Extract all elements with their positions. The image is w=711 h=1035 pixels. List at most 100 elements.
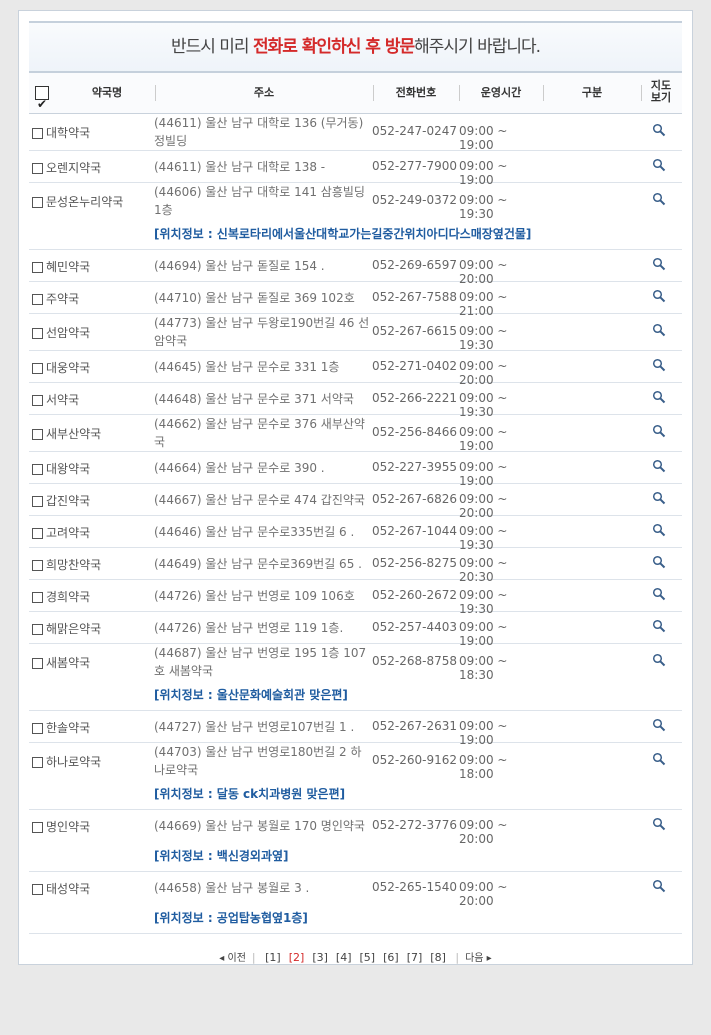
pharmacy-name[interactable]: 태성약국 — [46, 882, 90, 896]
map-view-icon[interactable] — [652, 123, 668, 140]
row-checkbox[interactable] — [32, 722, 43, 734]
row-checkbox[interactable] — [32, 821, 43, 833]
pharmacy-name[interactable]: 문성온누리약국 — [46, 195, 123, 209]
phone-cell: 052-267-6826 — [372, 491, 458, 506]
map-view-icon[interactable] — [652, 323, 668, 340]
table-row: 태성약국 (44658) 울산 남구 봉월로 3 . 052-265-1540 09:… — [29, 872, 682, 934]
map-view-icon[interactable] — [652, 817, 668, 834]
row-checkbox[interactable] — [32, 128, 43, 139]
address-line1: (44726) 울산 남구 번영로 119 1층. — [154, 620, 344, 635]
select-all-checkbox[interactable] — [35, 84, 49, 124]
row-checkbox[interactable] — [32, 495, 43, 507]
pharmacy-name[interactable]: 갑진약국 — [46, 494, 90, 508]
pager-prev[interactable]: ◂ 이전 — [219, 953, 246, 964]
pager-page[interactable]: [5] — [360, 951, 376, 964]
pager-page[interactable]: [4] — [336, 951, 352, 964]
address-cell: (44648) 울산 남구 문수로 371 서약국 — [154, 390, 372, 408]
pager-page[interactable]: [1] — [265, 951, 281, 964]
map-view-icon[interactable] — [652, 390, 668, 407]
address-line1: (44645) 울산 남구 문수로 331 1층 — [154, 359, 340, 374]
row-checkbox[interactable] — [32, 559, 43, 571]
pager-page[interactable]: [3] — [312, 951, 328, 964]
map-view-icon[interactable] — [652, 555, 668, 572]
row-checkbox[interactable] — [32, 394, 43, 406]
phone-cell: 052-277-7900 — [372, 158, 458, 173]
pager-page[interactable]: [7] — [407, 951, 423, 964]
table-row: 대웅약국 (44645) 울산 남구 문수로 331 1층 052-271-0402… — [29, 351, 682, 387]
pharmacy-name-cell: 대웅약국 — [32, 359, 154, 376]
map-view-icon[interactable] — [652, 619, 668, 636]
pharmacy-name[interactable]: 서약국 — [46, 393, 79, 407]
address-cell: (44611) 울산 남구 대학로 136 (무거동) 정빌딩 — [154, 114, 372, 150]
address-line1: (44773) 울산 남구 두왕로190번길 46 선 — [154, 316, 370, 330]
row-checkbox[interactable] — [32, 197, 43, 208]
address-line2: 나로약국 — [154, 763, 199, 777]
pager-page[interactable]: [8] — [430, 951, 446, 964]
map-view-icon[interactable] — [652, 653, 668, 670]
notice-text-2: 해주시기 바랍니다. — [414, 37, 541, 57]
pager-prev-label: 이전 — [227, 953, 246, 964]
row-checkbox[interactable] — [32, 527, 43, 539]
row-checkbox[interactable] — [32, 261, 43, 273]
map-view-icon[interactable] — [652, 587, 668, 604]
map-view-icon[interactable] — [652, 718, 668, 735]
address-cell: (44667) 울산 남구 문수로 474 갑진약국 — [154, 491, 372, 509]
row-checkbox[interactable] — [32, 757, 43, 768]
header-category: 구분 — [543, 73, 641, 113]
pharmacy-name[interactable]: 고려약국 — [46, 526, 90, 540]
pharmacy-name[interactable]: 주약국 — [46, 292, 79, 306]
pager-divider: | — [251, 951, 256, 964]
row-checkbox[interactable] — [32, 328, 43, 339]
table-row: 대왕약국 (44664) 울산 남구 문수로 390 . 052-227-3955 0… — [29, 452, 682, 488]
pharmacy-name[interactable]: 선암약국 — [46, 326, 90, 340]
row-checkbox[interactable] — [32, 429, 43, 440]
select-all-cell — [32, 73, 52, 124]
pharmacy-name[interactable]: 해맑은약국 — [46, 622, 101, 636]
row-checkbox[interactable] — [32, 293, 43, 305]
pharmacy-name[interactable]: 새봄약국 — [46, 656, 90, 670]
map-view-icon[interactable] — [652, 752, 668, 769]
map-view-icon[interactable] — [652, 424, 668, 441]
pharmacy-name[interactable]: 새부산약국 — [46, 427, 101, 441]
map-view-icon[interactable] — [652, 491, 668, 508]
address-cell: (44726) 울산 남구 번영로 119 1층. — [154, 619, 372, 637]
row-checkbox[interactable] — [32, 463, 43, 475]
pharmacy-name[interactable]: 희망찬약국 — [46, 558, 101, 572]
hours-cell: 09:00 ~ 19:00 — [459, 124, 508, 152]
row-checkbox[interactable] — [32, 623, 43, 635]
row-checkbox[interactable] — [32, 658, 43, 669]
map-view-icon[interactable] — [652, 879, 668, 896]
location-info: [위치정보 : 달동 ck치과병원 맞은편] — [154, 787, 346, 801]
map-view-icon[interactable] — [652, 257, 668, 274]
pharmacy-name[interactable]: 명인약국 — [46, 820, 90, 834]
pharmacy-name[interactable]: 한솔약국 — [46, 721, 90, 735]
map-view-icon[interactable] — [652, 158, 668, 175]
pharmacy-name[interactable]: 경희약국 — [46, 590, 90, 604]
row-checkbox[interactable] — [32, 591, 43, 603]
pharmacy-name[interactable]: 혜민약국 — [46, 260, 90, 274]
header-map-line2: 보기 — [650, 91, 672, 104]
pharmacy-name[interactable]: 대학약국 — [46, 126, 90, 140]
header-name: 약국명 — [91, 86, 123, 99]
map-view-icon[interactable] — [652, 358, 668, 375]
pharmacy-name[interactable]: 대웅약국 — [46, 361, 90, 375]
header-phone: 전화번호 — [373, 73, 459, 113]
pager-page[interactable]: [2] — [289, 951, 305, 964]
address-line2: 국 — [154, 435, 166, 449]
map-view-icon[interactable] — [652, 523, 668, 540]
map-view-icon[interactable] — [652, 289, 668, 306]
pharmacy-name[interactable]: 대왕약국 — [46, 462, 90, 476]
row-checkbox[interactable] — [32, 162, 43, 174]
pager-page[interactable]: [6] — [383, 951, 399, 964]
hours-cell: 09:00 ~ 18:30 — [459, 654, 508, 682]
pager-next[interactable]: 다음 ▸ — [465, 953, 492, 964]
map-view-icon[interactable] — [652, 459, 668, 476]
address-cell: (44606) 울산 남구 대학로 141 삼흥빌딩 1층 — [154, 183, 372, 219]
map-view-icon[interactable] — [652, 192, 668, 209]
address-line1: (44727) 울산 남구 번영로107번길 1 . — [154, 719, 355, 734]
pharmacy-name[interactable]: 하나로약국 — [46, 755, 101, 769]
row-checkbox[interactable] — [32, 883, 43, 895]
row-checkbox[interactable] — [32, 362, 43, 374]
phone-cell: 052-272-3776 — [372, 817, 458, 832]
pharmacy-name[interactable]: 오렌지약국 — [46, 161, 101, 175]
